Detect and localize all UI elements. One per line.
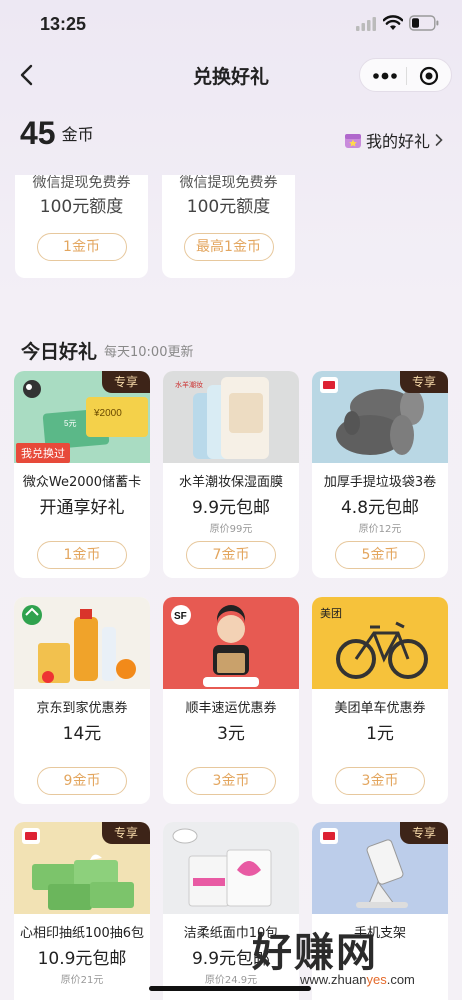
redeem-button[interactable]: 3金币 [186, 767, 276, 795]
product-price: 4.8元包邮 [340, 498, 420, 518]
cellular-signal-icon [356, 17, 376, 31]
product-price: 3元 [217, 724, 245, 744]
redeem-button[interactable]: 7金币 [186, 541, 276, 569]
product-price: 10.9元包邮 [37, 949, 127, 969]
product-image: 美团 [312, 597, 448, 689]
product-card[interactable]: SF 顺丰速运优惠券 3元 3金币 [163, 597, 299, 804]
watermark-url-highlight: yes [366, 972, 387, 987]
capsule-divider [406, 67, 407, 85]
product-card[interactable]: 京东到家优惠券 14元 9金币 [14, 597, 150, 804]
gift-box-icon [344, 134, 361, 148]
courier-illustration: SF [171, 605, 259, 687]
product-price: 14元 [62, 724, 102, 744]
close-mini-program-icon[interactable] [419, 66, 439, 86]
watermark-url-prefix: www.zhuan [300, 972, 367, 987]
voucher-title: 微信提现免费券 [179, 175, 278, 191]
meituan-logo-text: 美团 [320, 607, 342, 620]
product-image: 专享 [312, 371, 448, 463]
product-card[interactable]: ¥2000 5元 我兑换过 专享 微众We2000储蓄卡 开通享好礼 1金币 [14, 371, 150, 578]
product-card[interactable]: 专享 心相印抽纸100抽6包 10.9元包邮 原价21元 [14, 822, 150, 1000]
product-name: 加厚手提垃圾袋3卷 [323, 475, 437, 490]
voucher-amount: 100元额度 [186, 197, 271, 217]
redeem-button[interactable]: 最高1金币 [183, 233, 274, 261]
product-card[interactable]: 专享 加厚手提垃圾袋3卷 4.8元包邮 原价12元 5金币 [312, 371, 448, 578]
product-name: 顺丰速运优惠券 [185, 701, 277, 716]
original-price: 原价21元 [60, 975, 104, 986]
redeem-button[interactable]: 9金币 [37, 767, 127, 795]
product-name: 美团单车优惠券 [334, 701, 426, 716]
redeem-button[interactable]: 1金币 [36, 233, 127, 261]
chevron-right-icon [435, 134, 443, 146]
exclusive-badge: 专享 [400, 822, 448, 844]
card-amount-text: ¥2000 [93, 408, 122, 419]
redeem-button[interactable]: 1金币 [37, 541, 127, 569]
home-indicator[interactable] [149, 986, 311, 991]
bicycle-illustration: 美团 [320, 607, 428, 679]
my-gifts-label: 我的好礼 [365, 132, 430, 151]
my-gifts-link[interactable]: 我的好礼 [344, 128, 444, 152]
product-image: SF [163, 597, 299, 689]
coin-unit: 金币 [61, 125, 94, 144]
status-time: 13:25 [40, 14, 87, 34]
product-name: 微众We2000储蓄卡 [22, 475, 142, 490]
groceries-illustration [22, 605, 136, 683]
voucher-card[interactable]: 微信提现免费券 100元额度 最高1金币 [162, 175, 295, 278]
product-card[interactable]: 水羊潮妆 水羊潮妆保湿面膜 9.9元包邮 原价99元 7金币 [163, 371, 299, 578]
product-image [14, 597, 150, 689]
product-name: 心相印抽纸100抽6包 [19, 926, 145, 941]
product-image: ¥2000 5元 我兑换过 专享 [14, 371, 150, 463]
facial-tissue-illustration [172, 828, 272, 907]
product-name: 京东到家优惠券 [36, 701, 128, 716]
product-price: 9.9元包邮 [191, 498, 271, 518]
product-name: 水羊潮妆保湿面膜 [178, 475, 283, 490]
product-image: 专享 [312, 822, 448, 914]
status-bar: 13:25 [0, 0, 462, 50]
coin-balance: 45 金币 [20, 115, 94, 152]
product-price: 1元 [366, 724, 394, 744]
face-mask-illustration: 水羊潮妆 [175, 377, 269, 459]
watermark-url: www.zhuanyes.com [300, 972, 415, 987]
voucher-title: 微信提现免费券 [32, 175, 131, 191]
original-price: 原价99元 [209, 524, 253, 535]
redeem-button[interactable]: 3金币 [335, 767, 425, 795]
voucher-row: 微信提现免费券 100元额度 1金币 微信提现免费券 100元额度 最高1金币 [0, 175, 462, 283]
watermark-logo: 好赚网 [252, 930, 378, 976]
sf-logo-text: SF [174, 611, 187, 622]
wifi-icon [383, 15, 403, 30]
watermark-url-suffix: .com [386, 972, 415, 987]
nav-bar: 兑换好礼 [0, 52, 462, 98]
mask-brand-text: 水羊潮妆 [175, 380, 203, 389]
product-image: 专享 [14, 822, 150, 914]
section-title: 今日好礼 [21, 342, 98, 363]
more-menu-icon[interactable] [372, 69, 398, 83]
voucher-amount: 100元额度 [39, 197, 124, 217]
exchanged-tag: 我兑换过 [16, 443, 70, 463]
voucher-card[interactable]: 微信提现免费券 100元额度 1金币 [15, 175, 148, 278]
exclusive-badge: 专享 [102, 371, 150, 393]
card-small-text: 5元 [64, 419, 76, 428]
exclusive-badge: 专享 [400, 371, 448, 393]
product-price: 开通享好礼 [39, 498, 125, 518]
exclusive-badge: 专享 [102, 822, 150, 844]
product-card[interactable]: 美团 美团单车优惠券 1元 3金币 [312, 597, 448, 804]
product-image [163, 822, 299, 914]
original-price: 原价12元 [358, 524, 402, 535]
product-image: 水羊潮妆 [163, 371, 299, 463]
redeem-button[interactable]: 5金币 [335, 541, 425, 569]
mini-program-capsule [359, 58, 452, 92]
coin-count: 45 [20, 115, 56, 151]
battery-icon [409, 15, 439, 31]
section-subtitle: 每天10:00更新 [104, 345, 194, 360]
